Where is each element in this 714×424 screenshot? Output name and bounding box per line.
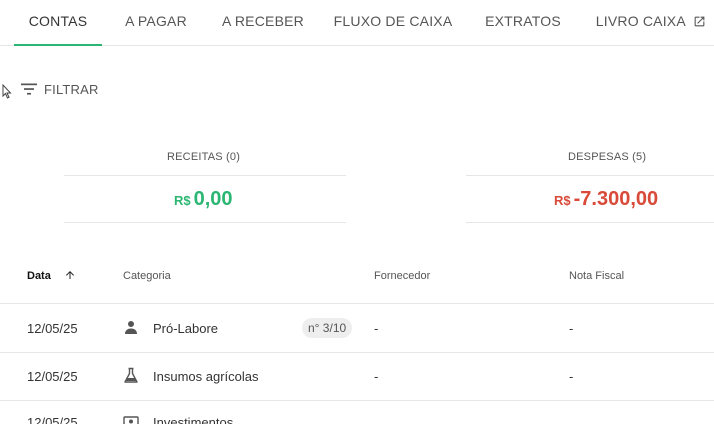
tab-label: EXTRATOS xyxy=(485,13,561,29)
tab-label: A RECEBER xyxy=(222,13,304,29)
arrow-up-icon[interactable] xyxy=(64,269,76,281)
tab-extratos[interactable]: EXTRATOS xyxy=(478,0,568,45)
tab-a-receber[interactable]: A RECEBER xyxy=(216,0,310,45)
table-divider xyxy=(0,400,714,401)
column-header-data[interactable]: Data xyxy=(27,270,51,282)
currency-symbol: R$ xyxy=(174,193,191,208)
tab-label: CONTAS xyxy=(28,13,88,29)
column-header-label: Categoria xyxy=(123,270,171,282)
flask-icon xyxy=(124,367,138,383)
row-invoice: - xyxy=(569,369,574,384)
divider xyxy=(466,175,714,176)
row-date: 12/05/25 xyxy=(27,415,78,424)
row-supplier: - xyxy=(374,369,379,384)
person-icon xyxy=(125,321,137,334)
column-header-nota-fiscal[interactable]: Nota Fiscal xyxy=(569,270,624,282)
column-header-fornecedor[interactable]: Fornecedor xyxy=(374,270,430,282)
divider xyxy=(64,175,346,176)
column-header-categoria[interactable]: Categoria xyxy=(123,270,171,282)
column-header-label: Nota Fiscal xyxy=(569,270,625,282)
despesas-amount: -7.300,00 xyxy=(573,188,659,210)
receitas-amount: 0,00 xyxy=(193,188,233,210)
column-header-label: Fornecedor xyxy=(374,270,431,282)
column-header-label: Data xyxy=(27,270,51,282)
currency-symbol: R$ xyxy=(554,193,571,208)
mouse-cursor-icon xyxy=(2,84,12,99)
filter-icon xyxy=(21,83,37,95)
filter-button[interactable]: FILTRAR xyxy=(20,78,99,100)
filter-label: FILTRAR xyxy=(44,81,99,97)
divider xyxy=(466,222,714,223)
row-category: Investimentos xyxy=(153,415,234,424)
row-supplier: - xyxy=(374,321,379,336)
installment-badge: n° 3/10 xyxy=(302,318,353,338)
divider xyxy=(64,222,346,223)
tab-bar: CONTAS A PAGAR A RECEBER FLUXO DE CAIXA … xyxy=(0,0,714,46)
receitas-title: RECEITAS (0) xyxy=(167,151,241,163)
external-link-icon xyxy=(694,16,705,27)
table-divider xyxy=(0,303,714,304)
row-invoice: - xyxy=(569,321,574,336)
tab-a-pagar[interactable]: A PAGAR xyxy=(118,0,194,45)
row-date: 12/05/25 xyxy=(27,321,78,336)
receitas-total: R$ 0,00 xyxy=(174,188,233,211)
row-category: Insumos agrícolas xyxy=(153,369,259,384)
tab-label: A PAGAR xyxy=(125,13,187,29)
tab-contas[interactable]: CONTAS xyxy=(14,0,102,46)
tab-fluxo-de-caixa[interactable]: FLUXO DE CAIXA xyxy=(332,0,454,45)
row-category: Pró-Labore xyxy=(153,321,219,336)
row-date: 12/05/25 xyxy=(27,369,78,384)
tab-label: FLUXO DE CAIXA xyxy=(333,13,453,29)
despesas-total: R$ -7.300,00 xyxy=(554,188,658,211)
tab-livro-caixa[interactable]: LIVRO CAIXA xyxy=(590,0,712,45)
active-tab-indicator xyxy=(14,44,102,46)
cash-icon xyxy=(123,416,139,424)
despesas-title: DESPESAS (5) xyxy=(568,151,647,163)
tab-label: LIVRO CAIXA xyxy=(595,13,686,29)
table-divider xyxy=(0,352,714,353)
